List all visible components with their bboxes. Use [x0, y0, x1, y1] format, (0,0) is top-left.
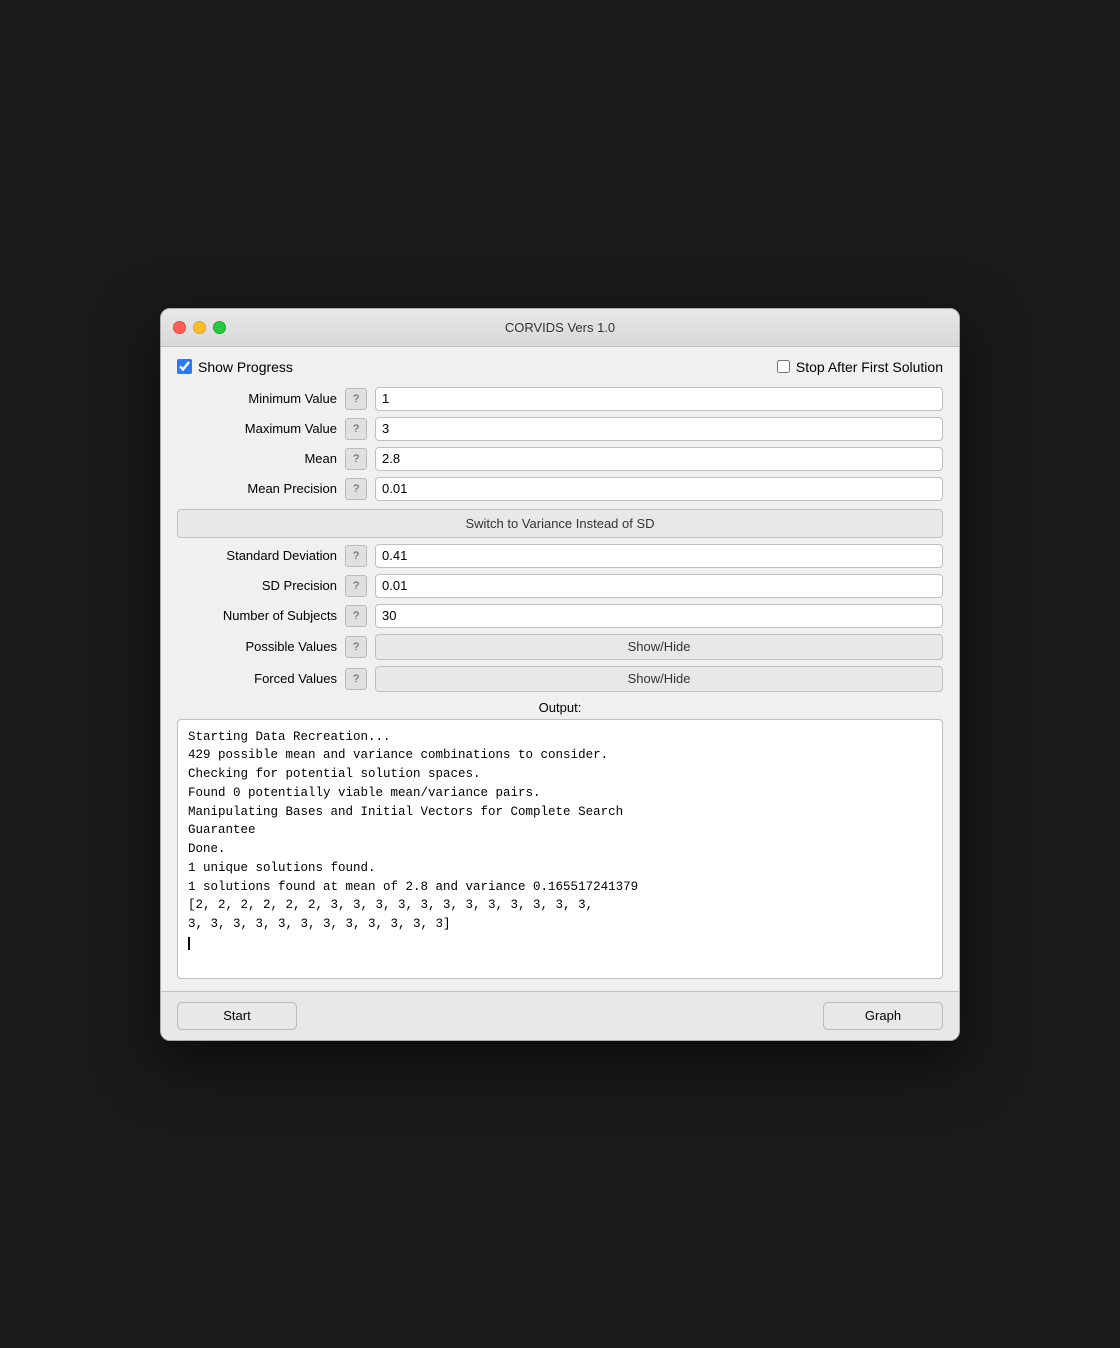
traffic-lights: [173, 321, 226, 334]
number-of-subjects-row: Number of Subjects ?: [177, 604, 943, 628]
standard-deviation-input[interactable]: [375, 544, 943, 568]
possible-values-showhide-btn[interactable]: Show/Hide: [375, 634, 943, 660]
mean-precision-row: Mean Precision ?: [177, 477, 943, 501]
stop-after-first-checkbox[interactable]: [777, 360, 790, 373]
output-area[interactable]: Starting Data Recreation... 429 possible…: [177, 719, 943, 979]
start-button[interactable]: Start: [177, 1002, 297, 1030]
maximum-value-input[interactable]: [375, 417, 943, 441]
minimum-value-label: Minimum Value: [177, 391, 337, 406]
maximum-value-help[interactable]: ?: [345, 418, 367, 440]
titlebar: CORVIDS Vers 1.0: [161, 309, 959, 347]
possible-values-help[interactable]: ?: [345, 636, 367, 658]
mean-help[interactable]: ?: [345, 448, 367, 470]
text-cursor: [188, 937, 190, 950]
top-controls-row: Show Progress Stop After First Solution: [177, 359, 943, 375]
number-of-subjects-input[interactable]: [375, 604, 943, 628]
stop-after-first-label[interactable]: Stop After First Solution: [777, 359, 943, 375]
standard-deviation-label: Standard Deviation: [177, 548, 337, 563]
output-label: Output:: [177, 700, 943, 715]
bottom-bar: Start Graph: [161, 991, 959, 1040]
main-content: Show Progress Stop After First Solution …: [161, 347, 959, 991]
maximize-button[interactable]: [213, 321, 226, 334]
minimum-value-input[interactable]: [375, 387, 943, 411]
show-progress-checkbox[interactable]: [177, 359, 192, 374]
form-grid: Minimum Value ? Maximum Value ? Mean ? M…: [177, 387, 943, 501]
standard-deviation-help[interactable]: ?: [345, 545, 367, 567]
mean-input[interactable]: [375, 447, 943, 471]
graph-button[interactable]: Graph: [823, 1002, 943, 1030]
forced-values-label: Forced Values: [177, 671, 337, 686]
sd-precision-help[interactable]: ?: [345, 575, 367, 597]
forced-values-help[interactable]: ?: [345, 668, 367, 690]
minimize-button[interactable]: [193, 321, 206, 334]
close-button[interactable]: [173, 321, 186, 334]
mean-label: Mean: [177, 451, 337, 466]
forced-values-row: Forced Values ? Show/Hide: [177, 666, 943, 692]
form-grid-2: Standard Deviation ? SD Precision ? Numb…: [177, 544, 943, 692]
possible-values-row: Possible Values ? Show/Hide: [177, 634, 943, 660]
mean-precision-help[interactable]: ?: [345, 478, 367, 500]
window-title: CORVIDS Vers 1.0: [505, 320, 615, 335]
switch-variance-btn[interactable]: Switch to Variance Instead of SD: [177, 509, 943, 538]
maximum-value-label: Maximum Value: [177, 421, 337, 436]
mean-precision-input[interactable]: [375, 477, 943, 501]
maximum-value-row: Maximum Value ?: [177, 417, 943, 441]
possible-values-label: Possible Values: [177, 639, 337, 654]
main-window: CORVIDS Vers 1.0 Show Progress Stop Afte…: [160, 308, 960, 1041]
forced-values-showhide-btn[interactable]: Show/Hide: [375, 666, 943, 692]
minimum-value-row: Minimum Value ?: [177, 387, 943, 411]
mean-precision-label: Mean Precision: [177, 481, 337, 496]
standard-deviation-row: Standard Deviation ?: [177, 544, 943, 568]
minimum-value-help[interactable]: ?: [345, 388, 367, 410]
sd-precision-input[interactable]: [375, 574, 943, 598]
number-of-subjects-label: Number of Subjects: [177, 608, 337, 623]
show-progress-label[interactable]: Show Progress: [177, 359, 293, 375]
mean-row: Mean ?: [177, 447, 943, 471]
number-of-subjects-help[interactable]: ?: [345, 605, 367, 627]
sd-precision-label: SD Precision: [177, 578, 337, 593]
sd-precision-row: SD Precision ?: [177, 574, 943, 598]
